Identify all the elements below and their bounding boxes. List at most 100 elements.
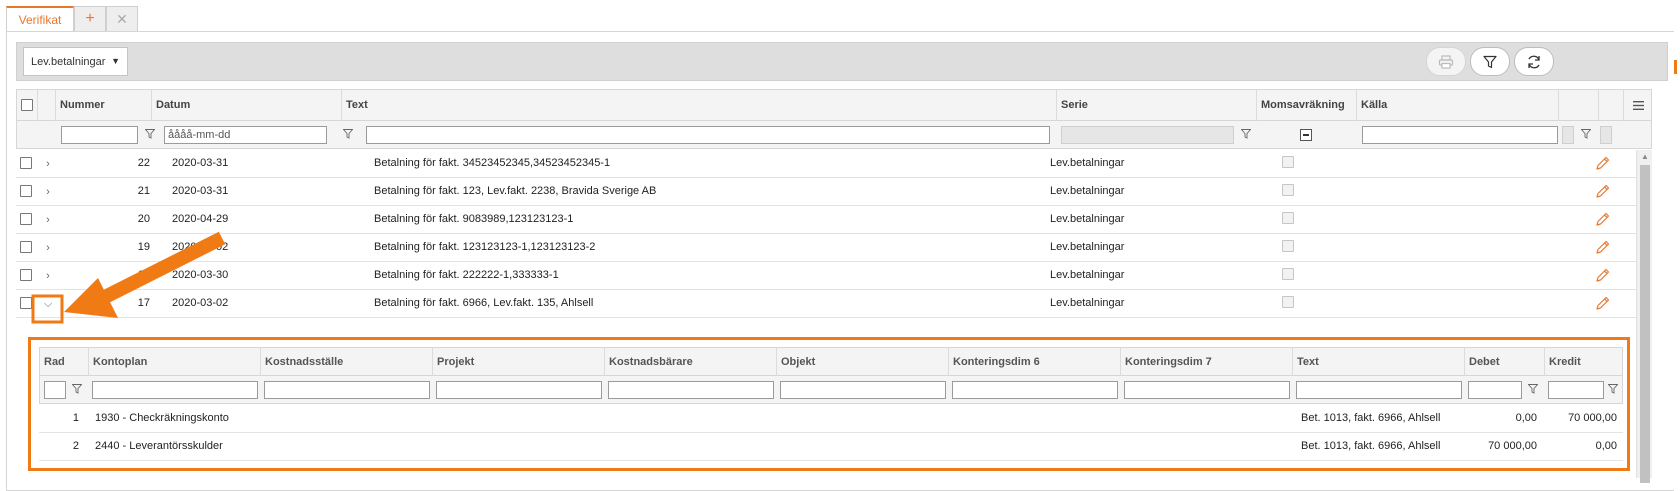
table-row[interactable]: › 21 2020-03-31 Betalning för fakt. 123, Le… (16, 178, 1652, 206)
pencil-icon (1596, 268, 1610, 282)
column-header-momsavrakning[interactable]: Momsavräkning (1256, 90, 1356, 121)
table-row[interactable]: › 20 2020-04-29 Betalning för fakt. 9083989… (16, 206, 1652, 234)
subgrid-column-header-text[interactable]: Text (1292, 348, 1464, 376)
row-checkbox[interactable] (20, 157, 32, 169)
filter-checkbox-momsavrakning[interactable] (1300, 129, 1312, 141)
cell-kontoplan: 2440 - Leverantörsskulder (95, 440, 223, 452)
cell-momsavrakning-checkbox (1282, 212, 1294, 224)
select-all-checkbox[interactable] (21, 99, 33, 111)
column-header-serie[interactable]: Serie (1056, 90, 1256, 121)
chevron-down-icon[interactable]: ⌵ (41, 297, 55, 311)
subgrid-filter-input-debet[interactable] (1468, 381, 1522, 399)
chevron-right-icon[interactable]: › (41, 213, 55, 227)
edit-button[interactable] (1595, 184, 1610, 199)
print-button[interactable] (1426, 47, 1466, 76)
filter-icon[interactable] (343, 129, 353, 139)
filter-icon[interactable] (1241, 129, 1251, 139)
tab-strip: Verifikat + ✕ (6, 6, 138, 31)
chevron-right-icon[interactable]: › (41, 185, 55, 199)
chevron-right-icon[interactable]: › (41, 157, 55, 171)
subgrid-column-header-debet[interactable]: Debet (1464, 348, 1544, 376)
filter-input-nummer[interactable] (61, 126, 138, 144)
scrollbar-thumb[interactable] (1640, 165, 1650, 483)
edit-button[interactable] (1595, 156, 1610, 171)
cell-nummer: 21 (137, 185, 150, 197)
filter-input-kalla[interactable] (1362, 126, 1558, 144)
indeterminate-icon (1303, 134, 1309, 136)
subgrid-column-header-projekt[interactable]: Projekt (432, 348, 604, 376)
subgrid-filter-input-konteringsdim-7[interactable] (1124, 381, 1290, 399)
filter-input-datum[interactable]: åååå-mm-dd (164, 126, 327, 144)
subgrid-column-header-kredit[interactable]: Kredit (1544, 348, 1624, 376)
table-row[interactable]: › 18 2020-03-30 Betalning för fakt. 222222-… (16, 262, 1652, 290)
table-row[interactable]: ⌵ 17 2020-03-02 Betalning för fakt. 6966, L… (16, 290, 1652, 318)
cell-text: Betalning för fakt. 123123123-1,12312312… (374, 241, 596, 253)
table-row[interactable]: › 22 2020-03-31 Betalning för fakt. 3452345… (16, 150, 1652, 178)
vertical-scrollbar[interactable]: ▲ (1636, 150, 1652, 483)
cell-serie: Lev.betalningar (1050, 297, 1125, 309)
subgrid-column-header-konteringsdim-7[interactable]: Konteringsdim 7 (1120, 348, 1292, 376)
subgrid-row[interactable]: 2 2440 - Leverantörsskulder Bet. 1013, fak… (39, 432, 1623, 461)
edit-button[interactable] (1595, 268, 1610, 283)
subgrid-column-header-kostnadsbarare[interactable]: Kostnadsbärare (604, 348, 776, 376)
series-select[interactable]: Lev.betalningar ▼ (23, 47, 128, 76)
pencil-icon (1596, 212, 1610, 226)
subgrid-filter-input-text[interactable] (1296, 381, 1462, 399)
column-header-kalla[interactable]: Källa (1356, 90, 1558, 121)
add-tab-button[interactable]: + (74, 6, 106, 31)
edit-button[interactable] (1595, 296, 1610, 311)
subgrid-column-header-kostnadsstalle[interactable]: Kostnadsställe (260, 348, 432, 376)
filter-button[interactable] (1470, 47, 1510, 76)
filter-icon[interactable] (1528, 384, 1538, 394)
subgrid-filter-input-objekt[interactable] (780, 381, 946, 399)
subgrid-filter-input-konteringsdim-6[interactable] (952, 381, 1118, 399)
filter-input-blank[interactable] (1562, 126, 1574, 144)
scroll-up-icon[interactable]: ▲ (1641, 152, 1649, 161)
cell-text: Bet. 1013, fakt. 6966, Ahlsell (1301, 440, 1441, 452)
filter-icon[interactable] (1608, 384, 1618, 394)
subgrid-column-header-rad[interactable]: Rad (40, 348, 88, 376)
refresh-button[interactable] (1514, 47, 1554, 76)
subgrid-column-header-objekt[interactable]: Objekt (776, 348, 948, 376)
edit-button[interactable] (1595, 212, 1610, 227)
column-menu-button[interactable] (1623, 90, 1653, 121)
chevron-right-icon[interactable]: › (41, 241, 55, 255)
subgrid-filter-input-kontoplan[interactable] (92, 381, 258, 399)
column-header-text[interactable]: Text (341, 90, 1056, 121)
subgrid-column-header-konteringsdim-6[interactable]: Konteringsdim 6 (948, 348, 1120, 376)
filter-icon[interactable] (145, 129, 155, 139)
column-header-nummer[interactable]: Nummer (55, 90, 151, 121)
filter-icon[interactable] (1581, 129, 1591, 139)
subgrid-filter-input-projekt[interactable] (436, 381, 602, 399)
subgrid-filter-input-kredit[interactable] (1548, 381, 1604, 399)
pencil-icon (1596, 156, 1610, 170)
filter-input-blank-2[interactable] (1600, 126, 1612, 144)
cell-serie: Lev.betalningar (1050, 241, 1125, 253)
filter-select-serie[interactable] (1061, 126, 1234, 144)
cell-kredit: 0,00 (1595, 440, 1617, 452)
row-checkbox[interactable] (20, 297, 32, 309)
row-checkbox[interactable] (20, 241, 32, 253)
row-checkbox[interactable] (20, 269, 32, 281)
chevron-right-icon[interactable]: › (41, 269, 55, 283)
cell-nummer: 18 (137, 269, 150, 281)
close-tab-button[interactable]: ✕ (106, 6, 138, 31)
expanded-row-details: Rad Kontoplan Kostnadsställe Projekt Kostnad… (28, 337, 1630, 471)
subgrid-filter-input-kostnadsstalle[interactable] (264, 381, 430, 399)
filter-icon[interactable] (72, 384, 82, 394)
row-checkbox[interactable] (20, 185, 32, 197)
column-header-datum[interactable]: Datum (151, 90, 341, 121)
filter-icon (1483, 55, 1497, 68)
subgrid-filter-input-kostnadsbarare[interactable] (608, 381, 774, 399)
column-header-blank (1558, 90, 1598, 121)
subgrid-row[interactable]: 1 1930 - Checkräkningskonto Bet. 1013, fak… (39, 404, 1623, 433)
cell-momsavrakning-checkbox (1282, 240, 1294, 252)
subgrid-filter-input-rad[interactable] (44, 381, 66, 399)
row-checkbox[interactable] (20, 213, 32, 225)
edit-button[interactable] (1595, 240, 1610, 255)
tab-verifikat[interactable]: Verifikat (6, 6, 74, 31)
subgrid-column-header-kontoplan[interactable]: Kontoplan (88, 348, 260, 376)
filter-input-text[interactable] (366, 126, 1050, 144)
table-row[interactable]: › 19 2020-04-02 Betalning för fakt. 1231231… (16, 234, 1652, 262)
cell-text: Betalning för fakt. 9083989,123123123-1 (374, 213, 574, 225)
